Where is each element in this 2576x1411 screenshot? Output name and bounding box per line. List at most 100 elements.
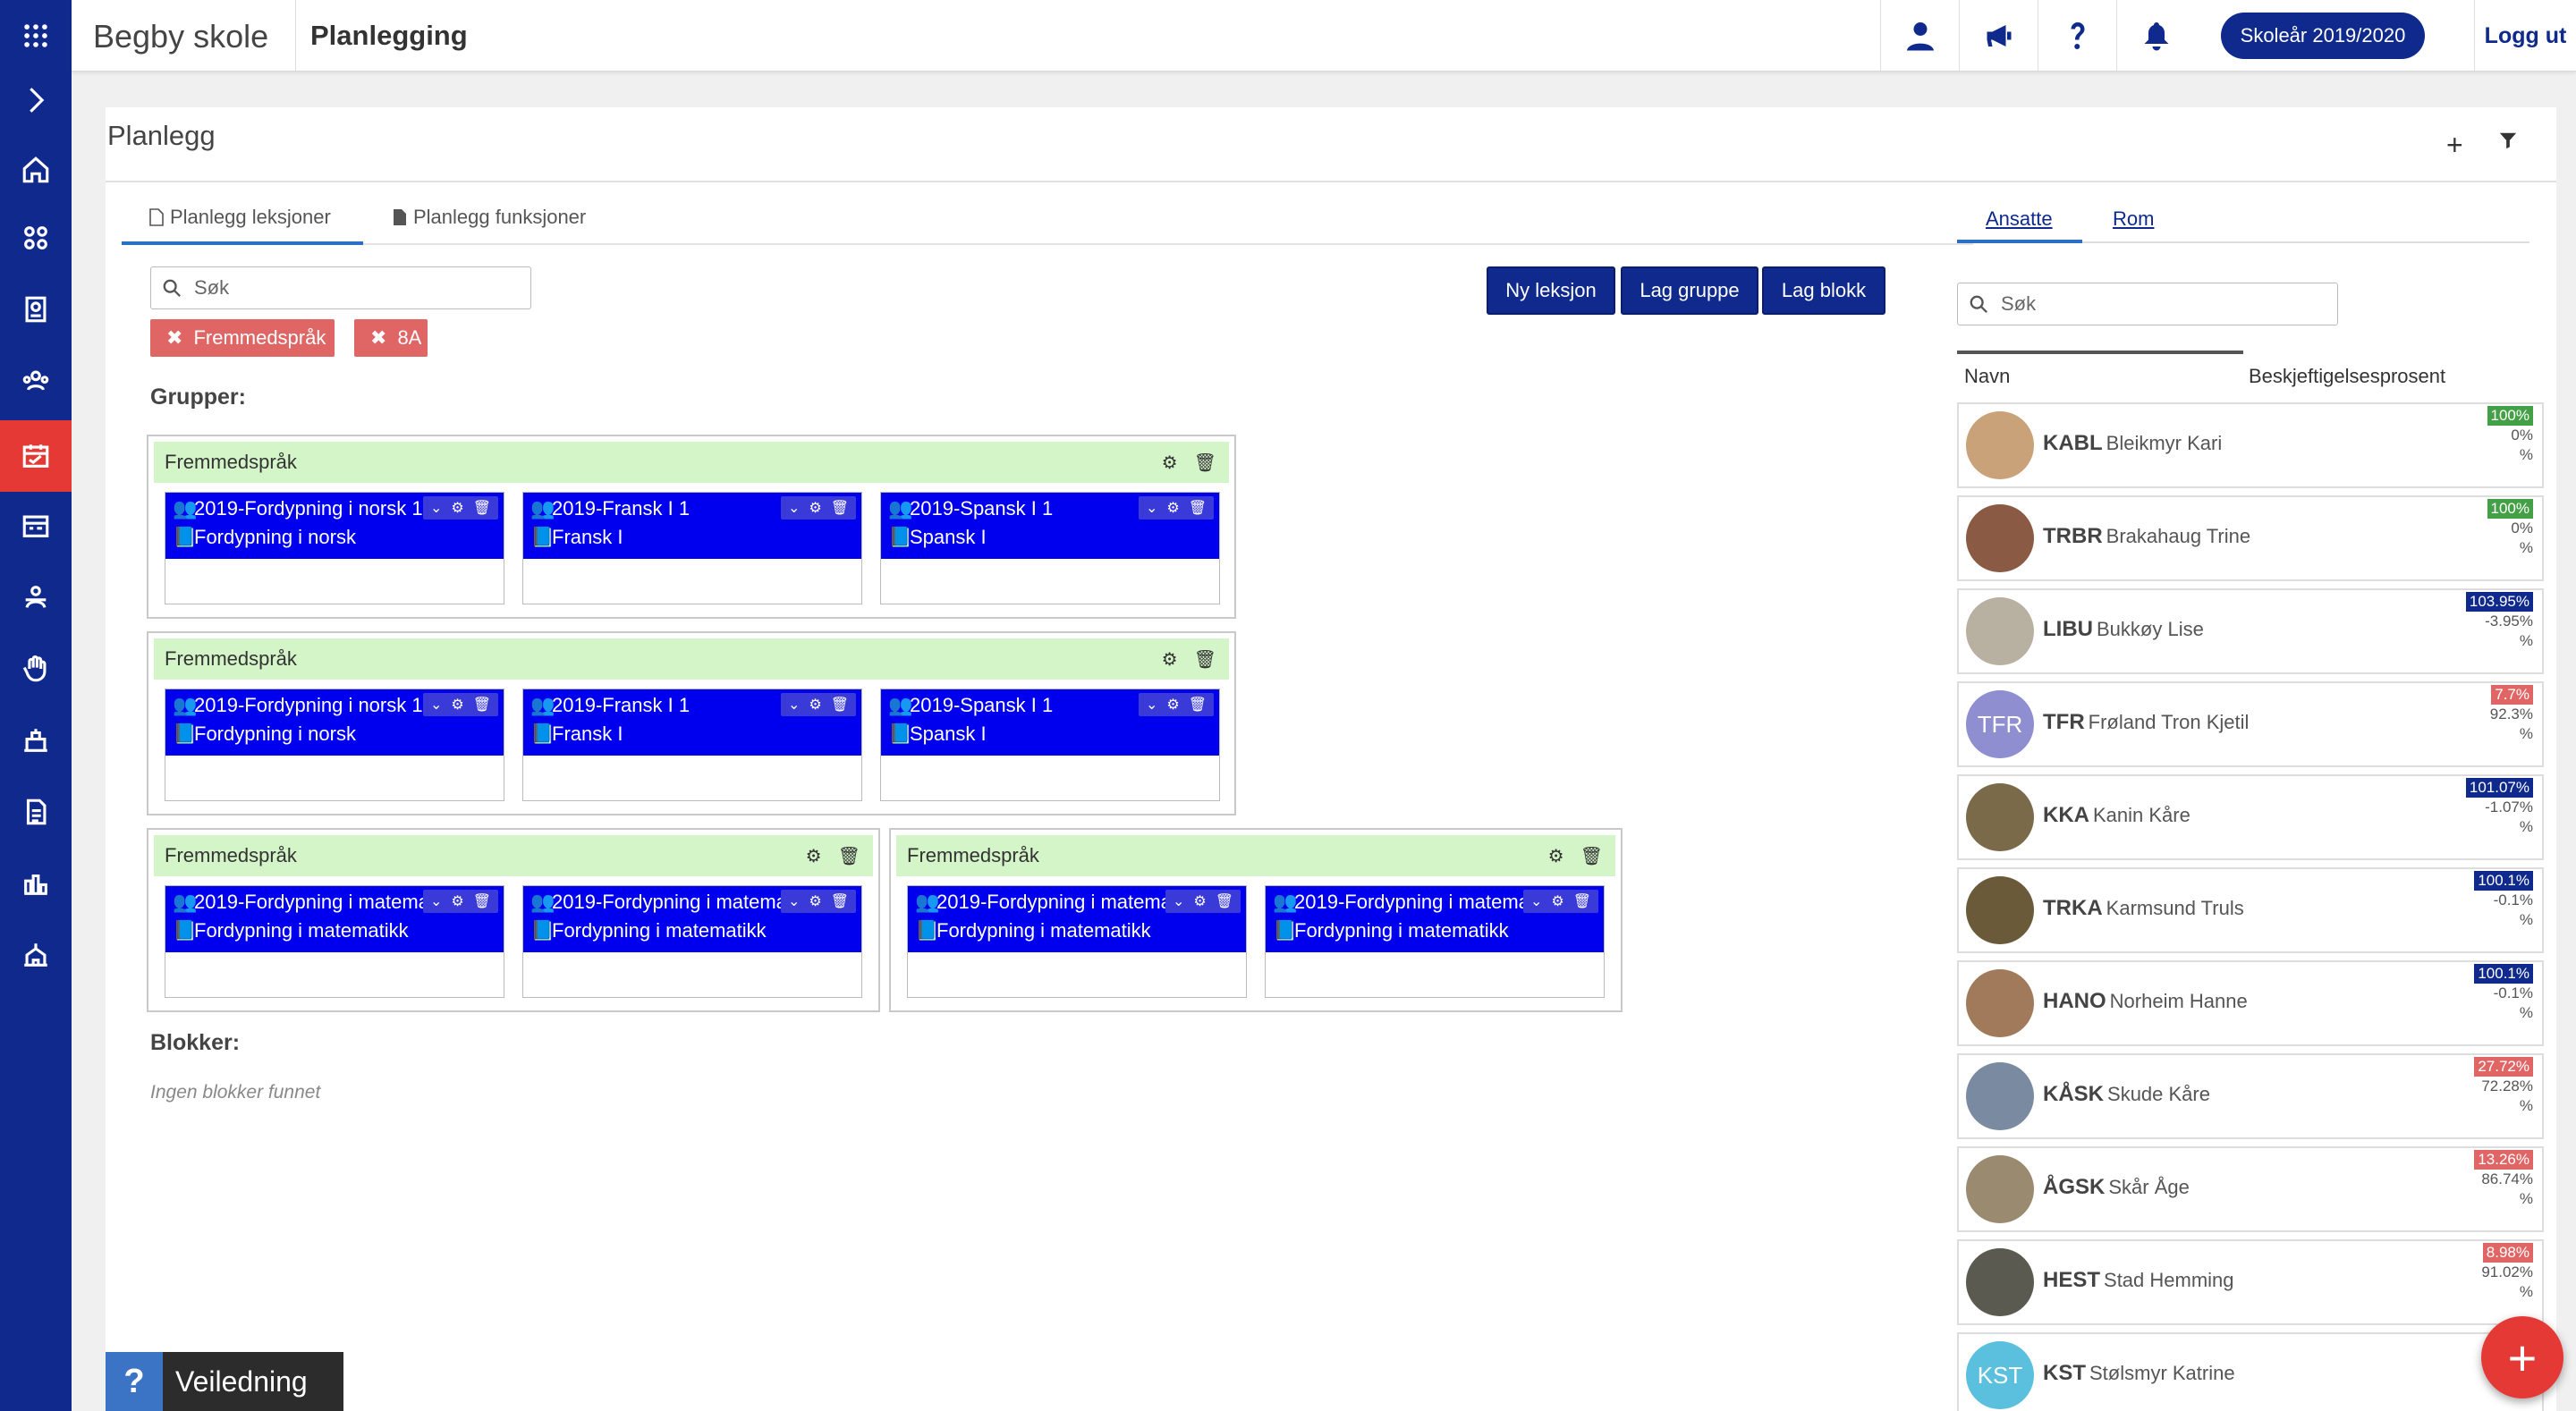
chevron-down-icon[interactable]: ⌄: [1530, 892, 1542, 910]
school-icon[interactable]: [0, 923, 72, 987]
chevron-down-icon[interactable]: ⌄: [430, 696, 442, 714]
help-icon[interactable]: [2038, 0, 2116, 72]
trash-icon[interactable]: 🗑: [473, 892, 491, 910]
staff-row[interactable]: TFR TFR Frøland Tron Kjetil 7.7% 92.3%%: [1957, 681, 2544, 767]
chevron-down-icon[interactable]: ⌄: [788, 499, 800, 517]
tab-rooms[interactable]: Rom: [2113, 207, 2154, 231]
badge-icon[interactable]: [0, 277, 72, 342]
staff-search-input[interactable]: Søk: [1957, 283, 2338, 325]
apps-grid-icon[interactable]: [0, 4, 72, 68]
tab-plan-lessons[interactable]: Planlegg leksjoner: [148, 206, 331, 229]
gear-icon[interactable]: ⚙: [806, 845, 822, 867]
school-name[interactable]: Begby skole: [93, 18, 268, 55]
lesson-card[interactable]: 👥2019-Fordypning i matematikk 2 📘Fordypn…: [522, 885, 862, 998]
add-icon[interactable]: +: [2446, 129, 2463, 162]
gear-icon[interactable]: ⚙: [1193, 892, 1206, 910]
make-group-button[interactable]: Lag gruppe: [1621, 266, 1758, 315]
trash-icon[interactable]: 🗑: [831, 499, 849, 517]
logout-button[interactable]: Logg ut: [2474, 0, 2576, 72]
gear-icon[interactable]: ⚙: [1166, 499, 1179, 517]
trash-icon[interactable]: 🗑: [831, 696, 849, 714]
group-container[interactable]: Fremmedspråk ⚙ 🗑 👥2019-Fordypning i norsk…: [147, 631, 1236, 815]
gear-icon[interactable]: ⚙: [809, 892, 821, 910]
people-icon[interactable]: [0, 206, 72, 270]
trash-icon[interactable]: 🗑: [1580, 845, 1603, 867]
trash-icon[interactable]: 🗑: [473, 696, 491, 714]
staff-row[interactable]: LIBU Bukkøy Lise 103.95% -3.95%%: [1957, 588, 2544, 674]
staff-row[interactable]: ÅGSK Skår Åge 13.26% 86.74%%: [1957, 1146, 2544, 1232]
lesson-card[interactable]: 👥2019-Spansk I 1 📘Spansk I ⌄ ⚙ 🗑: [880, 492, 1220, 604]
chevron-down-icon[interactable]: ⌄: [430, 892, 442, 910]
lesson-card[interactable]: 👥2019-Fordypning i matematikk 2 📘Fordypn…: [1265, 885, 1605, 998]
staff-row[interactable]: HANO Norheim Hanne 100.1% -0.1%%: [1957, 960, 2544, 1046]
gear-icon[interactable]: ⚙: [1166, 696, 1179, 714]
staff-row[interactable]: KSTKSTStølsmyr Katrine257%: [1957, 1332, 2544, 1411]
group-container[interactable]: Fremmedspråk ⚙ 🗑 👥2019-Fordypning i matem…: [889, 828, 1623, 1012]
staff-row[interactable]: KÅSK Skude Kåre 27.72% 72.28%%: [1957, 1053, 2544, 1139]
gear-icon[interactable]: ⚙: [1162, 648, 1178, 671]
gear-icon[interactable]: ⚙: [809, 696, 821, 714]
group-icon[interactable]: [0, 349, 72, 413]
gear-icon[interactable]: ⚙: [451, 892, 463, 910]
guide-button[interactable]: ? Veiledning: [106, 1352, 343, 1411]
staff-row[interactable]: TRKA Karmsund Truls 100.1% -0.1%%: [1957, 867, 2544, 953]
user-icon[interactable]: [1880, 0, 1959, 72]
megaphone-icon[interactable]: [1959, 0, 2038, 72]
chevron-down-icon[interactable]: ⌄: [1146, 499, 1157, 517]
remove-icon[interactable]: ✖: [370, 326, 386, 350]
lesson-card[interactable]: 👥2019-Spansk I 1 📘Spansk I ⌄ ⚙ 🗑: [880, 689, 1220, 801]
gear-icon[interactable]: ⚙: [1548, 845, 1564, 867]
filter-chip[interactable]: ✖ 8A: [354, 319, 428, 357]
gear-icon[interactable]: ⚙: [451, 499, 463, 517]
chevron-down-icon[interactable]: ⌄: [430, 499, 442, 517]
trash-icon[interactable]: 🗑: [1194, 648, 1216, 671]
gear-icon[interactable]: ⚙: [451, 696, 463, 714]
staff-row[interactable]: KKA Kanin Kåre 101.07% -1.07%%: [1957, 774, 2544, 860]
chevron-down-icon[interactable]: ⌄: [788, 892, 800, 910]
new-lesson-button[interactable]: Ny leksjon: [1487, 266, 1615, 315]
trash-icon[interactable]: 🗑: [1216, 892, 1233, 910]
home-icon[interactable]: [0, 138, 72, 202]
lesson-card[interactable]: 👥2019-Fransk I 1 📘Fransk I ⌄ ⚙ 🗑: [522, 492, 862, 604]
tab-plan-functions[interactable]: Planlegg funksjoner: [392, 206, 586, 229]
tab-staff[interactable]: Ansatte: [1986, 207, 2053, 231]
chevron-down-icon[interactable]: ⌄: [788, 696, 800, 714]
gear-icon[interactable]: ⚙: [809, 499, 821, 517]
planning-icon[interactable]: [0, 420, 72, 492]
chevron-down-icon[interactable]: ⌄: [1146, 696, 1157, 714]
trash-icon[interactable]: 🗑: [1194, 452, 1216, 474]
bar-chart-icon[interactable]: [0, 851, 72, 916]
trash-icon[interactable]: 🗑: [831, 892, 849, 910]
column-percent-header[interactable]: Beskjeftigelsesprosent: [2249, 365, 2445, 388]
filter-chip[interactable]: ✖ Fremmedspråk: [150, 319, 335, 357]
lesson-search-input[interactable]: Søk: [150, 266, 531, 309]
remove-icon[interactable]: ✖: [166, 326, 182, 350]
filter-icon[interactable]: [2498, 131, 2518, 155]
trash-icon[interactable]: 🗑: [1189, 696, 1207, 714]
make-block-button[interactable]: Lag blokk: [1762, 266, 1885, 315]
chevron-down-icon[interactable]: ⌄: [1173, 892, 1184, 910]
staff-row[interactable]: KABL Bleikmyr Kari 100% 0%%: [1957, 402, 2544, 488]
school-year-button[interactable]: Skoleår 2019/2020: [2221, 13, 2425, 59]
document-icon[interactable]: [0, 780, 72, 844]
trash-icon[interactable]: 🗑: [838, 845, 860, 867]
staff-row[interactable]: HEST Stad Hemming 8.98% 91.02%%: [1957, 1239, 2544, 1325]
expand-chevron-icon[interactable]: [0, 68, 72, 132]
gear-icon[interactable]: ⚙: [1551, 892, 1563, 910]
lesson-card[interactable]: 👥2019-Fordypning i matematikk 1 📘Fordypn…: [165, 885, 504, 998]
lesson-card[interactable]: 👥2019-Fordypning i norsk 1 📘Fordypning i…: [165, 492, 504, 604]
teacher-icon[interactable]: [0, 565, 72, 629]
trash-icon[interactable]: 🗑: [1573, 892, 1591, 910]
group-container[interactable]: Fremmedspråk ⚙ 🗑 👥2019-Fordypning i matem…: [147, 828, 880, 1012]
building-icon[interactable]: [0, 708, 72, 773]
add-fab-button[interactable]: +: [2481, 1316, 2563, 1398]
trash-icon[interactable]: 🗑: [473, 499, 491, 517]
gear-icon[interactable]: ⚙: [1162, 452, 1178, 474]
lesson-card[interactable]: 👥2019-Fordypning i norsk 1 📘Fordypning i…: [165, 689, 504, 801]
column-name-header[interactable]: Navn: [1964, 365, 2010, 388]
lesson-card[interactable]: 👥2019-Fordypning i matematikk 1 📘Fordypn…: [907, 885, 1247, 998]
lesson-card[interactable]: 👥2019-Fransk I 1 📘Fransk I ⌄ ⚙ 🗑: [522, 689, 862, 801]
trash-icon[interactable]: 🗑: [1189, 499, 1207, 517]
group-container[interactable]: Fremmedspråk ⚙ 🗑 👥2019-Fordypning i norsk…: [147, 435, 1236, 619]
staff-row[interactable]: TRBR Brakahaug Trine 100% 0%%: [1957, 495, 2544, 581]
